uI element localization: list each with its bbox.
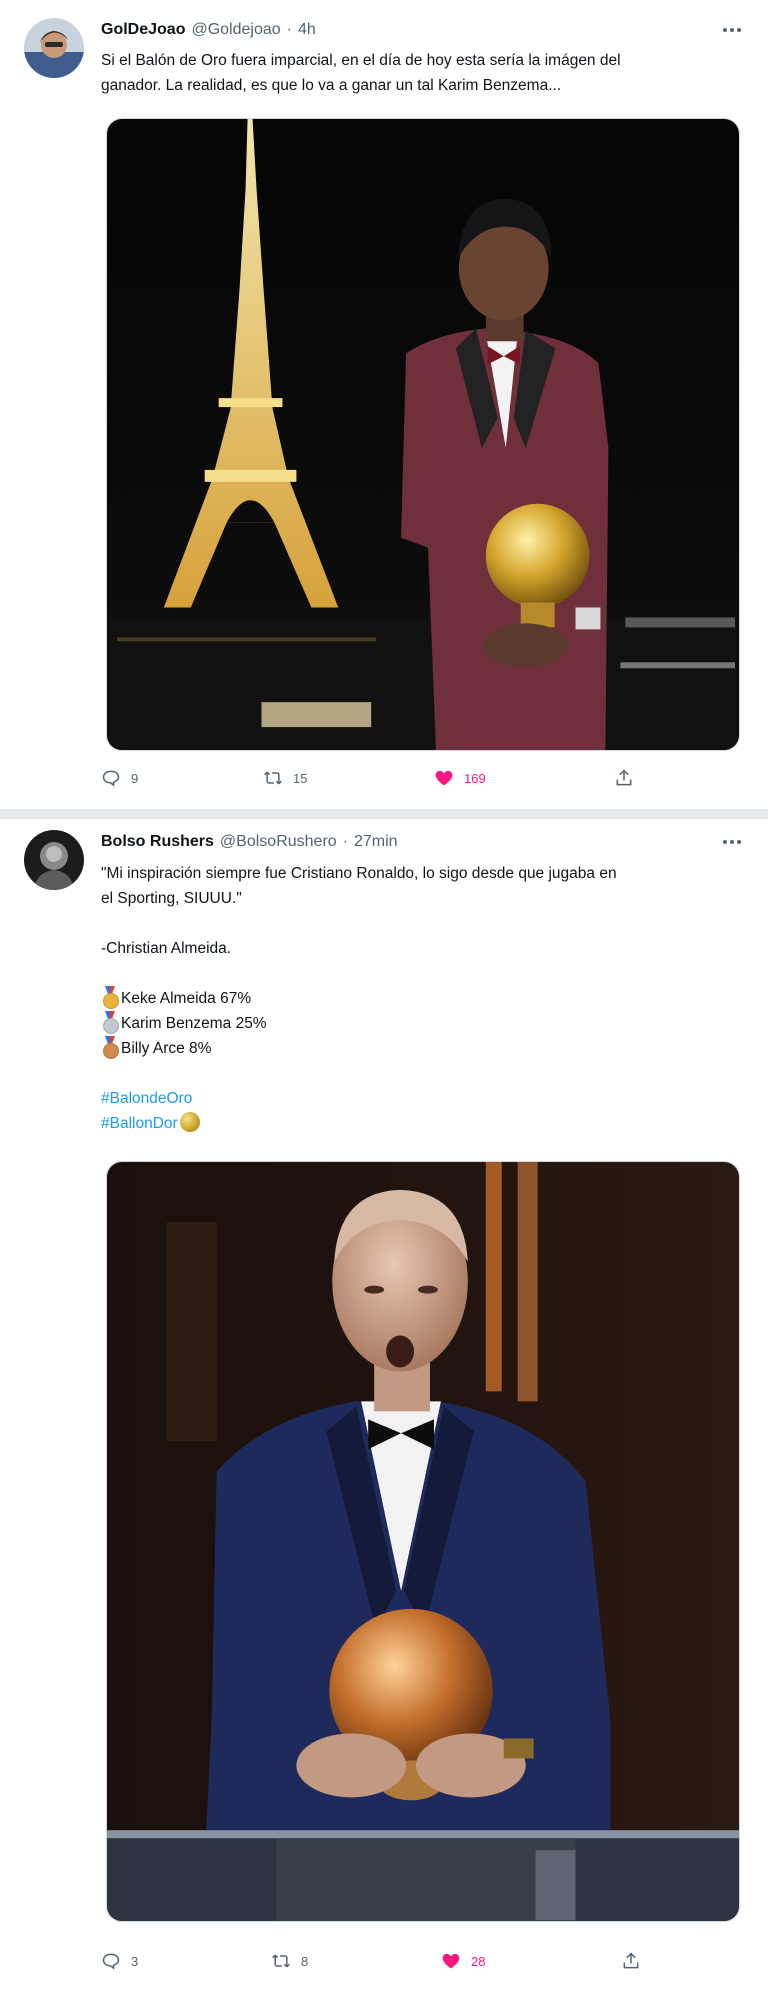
avatar[interactable] — [24, 18, 84, 78]
separator-dot: · — [342, 833, 348, 850]
like-count: 28 — [471, 1953, 486, 1969]
hashtag-link[interactable]: #BallonDor — [101, 1115, 178, 1132]
gold-medal-icon — [101, 986, 119, 1009]
like-button[interactable]: 28 — [441, 1949, 485, 1973]
hashtag-line: #BallonDor — [101, 1111, 740, 1136]
reply-icon — [102, 770, 120, 787]
quote-line: "Mi inspiración siempre fue Cristiano Ro… — [101, 865, 617, 882]
tweet-text-line: ganador. La realidad, es que lo va a gan… — [101, 77, 562, 94]
more-icon[interactable] — [720, 18, 744, 42]
silver-medal-icon — [101, 1011, 119, 1034]
retweet-count: 8 — [301, 1953, 309, 1969]
reply-count: 9 — [131, 770, 139, 786]
author-name[interactable]: GolDeJoao — [101, 21, 185, 39]
separator-dot: · — [286, 21, 292, 38]
bronze-medal-icon — [101, 1036, 119, 1059]
more-icon[interactable] — [720, 830, 744, 854]
share-button[interactable] — [614, 766, 634, 790]
retweet-icon — [272, 1954, 290, 1968]
retweet-count: 15 — [293, 770, 308, 786]
tweet-photo[interactable] — [106, 1161, 740, 1922]
tweet-header: GolDeJoao @Goldejoao · 4h — [101, 18, 708, 42]
share-icon — [623, 1952, 639, 1969]
retweet-button[interactable]: 15 — [263, 766, 307, 790]
quote-line: el Sporting, SIUUU." — [101, 890, 242, 907]
ranking-item: Billy Arce 8% — [101, 1036, 740, 1061]
hashtag-line: #BalondeOro — [101, 1086, 740, 1111]
author-handle[interactable]: @Goldejoao — [191, 21, 280, 39]
tweet-text-line: Si el Balón de Oro fuera imparcial, en e… — [101, 52, 621, 69]
author-name[interactable]: Bolso Rushers — [101, 833, 214, 851]
retweet-icon — [264, 771, 282, 785]
ranking-text: Keke Almeida 67% — [121, 990, 252, 1007]
reply-button[interactable]: 9 — [101, 766, 138, 790]
tweet-header: Bolso Rushers @BolsoRushero · 27min — [101, 830, 708, 854]
tweet-text: "Mi inspiración siempre fue Cristiano Ro… — [101, 861, 740, 1136]
tweet-time[interactable]: 4h — [298, 21, 316, 39]
ranking-item: Karim Benzema 25% — [101, 1011, 740, 1036]
tweet-actions: 9 15 169 — [101, 766, 641, 790]
hashtag-link[interactable]: #BalondeOro — [101, 1090, 192, 1107]
retweet-button[interactable]: 8 — [271, 1949, 308, 1973]
reply-button[interactable]: 3 — [101, 1949, 138, 1973]
reply-count: 3 — [131, 1953, 139, 1969]
ball-emoji-icon — [179, 1112, 200, 1132]
reply-icon — [102, 1953, 120, 1970]
tweet[interactable]: Bolso Rushers @BolsoRushero · 27min "Mi … — [0, 818, 768, 1992]
like-count: 169 — [464, 770, 486, 786]
tweet-text: Si el Balón de Oro fuera imparcial, en e… — [101, 48, 740, 98]
share-button[interactable] — [621, 1949, 641, 1973]
tweet-photo[interactable] — [106, 118, 740, 751]
share-icon — [616, 769, 632, 786]
tweet-actions: 3 8 28 — [101, 1949, 641, 1973]
quote-signature: -Christian Almeida. — [101, 940, 232, 957]
tweet-time[interactable]: 27min — [354, 833, 398, 851]
like-icon — [442, 1953, 460, 1969]
eiffel-tower-night-photo — [107, 119, 739, 750]
like-icon — [435, 770, 453, 786]
ranking-text: Billy Arce 8% — [121, 1040, 212, 1057]
author-handle[interactable]: @BolsoRushero — [220, 833, 337, 851]
tweet[interactable]: GolDeJoao @Goldejoao · 4h Si el Balón de… — [0, 0, 768, 810]
avatar[interactable] — [24, 830, 84, 890]
like-button[interactable]: 169 — [434, 766, 486, 790]
ballon-dor-ceremony-photo — [107, 1162, 739, 1921]
ranking-item: Keke Almeida 67% — [101, 986, 740, 1011]
ranking-text: Karim Benzema 25% — [121, 1015, 267, 1032]
